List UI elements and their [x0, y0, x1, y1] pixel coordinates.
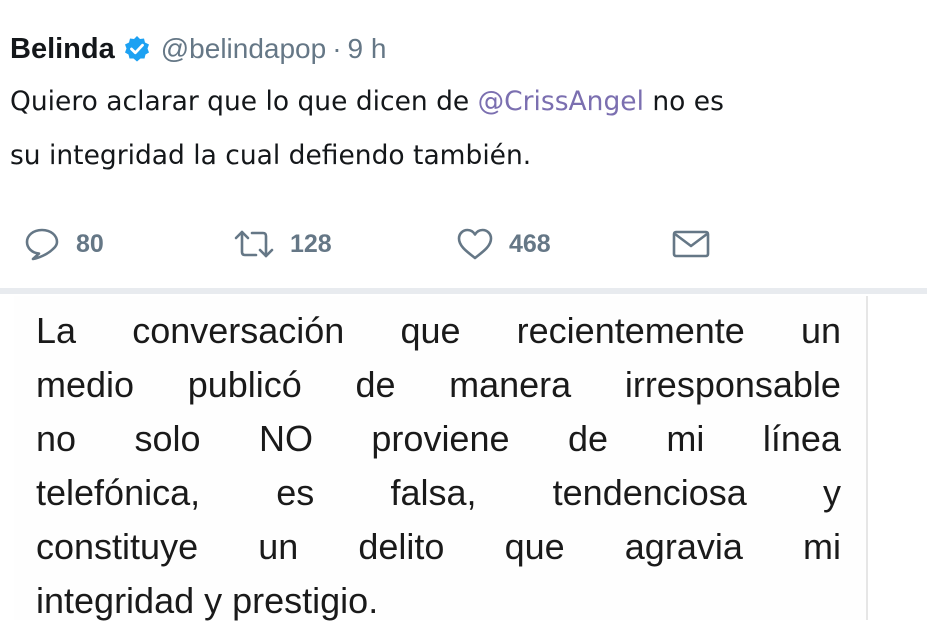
statement-word: de	[567, 418, 608, 459]
statement-word: agravia	[624, 526, 743, 567]
envelope-icon	[670, 226, 712, 262]
statement-word: que	[504, 526, 565, 567]
statement-line: telefónica, es falsa, tendenciosa y	[36, 472, 841, 514]
reply-icon	[22, 226, 62, 262]
author-name[interactable]: Belinda	[10, 33, 115, 66]
header-separator: ·	[332, 33, 342, 64]
author-handle[interactable]: @belindapop	[161, 33, 326, 65]
statement-word: proviene	[371, 418, 510, 459]
tweet-header: Belinda @belindapop · 9 h	[10, 30, 386, 68]
statement-word: de	[355, 364, 396, 405]
statement-word: manera	[449, 364, 572, 405]
tweet-text-line-1: Quiero aclarar que lo que dicen de @Cris…	[10, 86, 724, 117]
tweet-card: Belinda @belindapop · 9 h Quiero aclarar…	[0, 0, 927, 290]
statement-word: es	[276, 472, 315, 513]
statement-word: línea	[762, 418, 841, 459]
statement-word: constituye	[36, 526, 199, 567]
statement-word: falsa,	[390, 472, 477, 513]
statement-word: publicó	[187, 364, 302, 405]
like-button[interactable]: 468	[455, 222, 551, 266]
statement-line: La conversación que recientemente un	[36, 310, 841, 352]
statement-word: recientemente	[516, 310, 745, 351]
statement-line: no solo NO proviene de mi línea	[36, 418, 841, 460]
mention-link[interactable]: @CrissAngel	[478, 86, 644, 117]
reply-button[interactable]: 80	[22, 222, 104, 266]
statement-word: mi	[666, 418, 705, 459]
statement-line: integridad y prestigio.	[36, 580, 379, 621]
statement-image: La conversación que recientemente un medio pu…	[14, 296, 868, 621]
statement-word: no	[36, 418, 77, 459]
statement-word: que	[400, 310, 461, 351]
heart-icon	[455, 226, 495, 262]
statement-word: mi	[802, 526, 841, 567]
statement-word: NO	[258, 418, 313, 459]
retweet-count: 128	[290, 229, 332, 258]
retweet-icon	[232, 226, 276, 262]
direct-message-button[interactable]	[670, 222, 712, 266]
statement-word: delito	[358, 526, 445, 567]
statement-word: La	[36, 310, 77, 351]
retweet-button[interactable]: 128	[232, 222, 332, 266]
statement-word: solo	[134, 418, 201, 459]
verified-badge-icon	[123, 35, 151, 63]
tweet-text-line-2: su integridad la cual defiendo también.	[10, 140, 532, 171]
reply-count: 80	[76, 229, 104, 258]
like-count: 468	[509, 229, 551, 258]
statement-word: un	[800, 310, 841, 351]
tweet-actions: 80 128 468	[0, 222, 927, 266]
statement-word: conversación	[132, 310, 345, 351]
tweet-text-segment: no es	[643, 86, 724, 117]
statement-word: irresponsable	[624, 364, 841, 405]
statement-word: y	[822, 472, 841, 513]
statement-line: medio publicó de manera irresponsable	[36, 364, 841, 406]
tweet-text-segment: Quiero aclarar que lo que dicen de	[10, 86, 478, 117]
statement-word: telefónica,	[36, 472, 201, 513]
statement-word: un	[258, 526, 299, 567]
statement-line: constituye un delito que agravia mi	[36, 526, 841, 568]
statement-word: tendenciosa	[552, 472, 747, 513]
section-divider	[0, 288, 927, 294]
tweet-timestamp[interactable]: 9 h	[348, 33, 387, 65]
statement-word: medio	[36, 364, 135, 405]
